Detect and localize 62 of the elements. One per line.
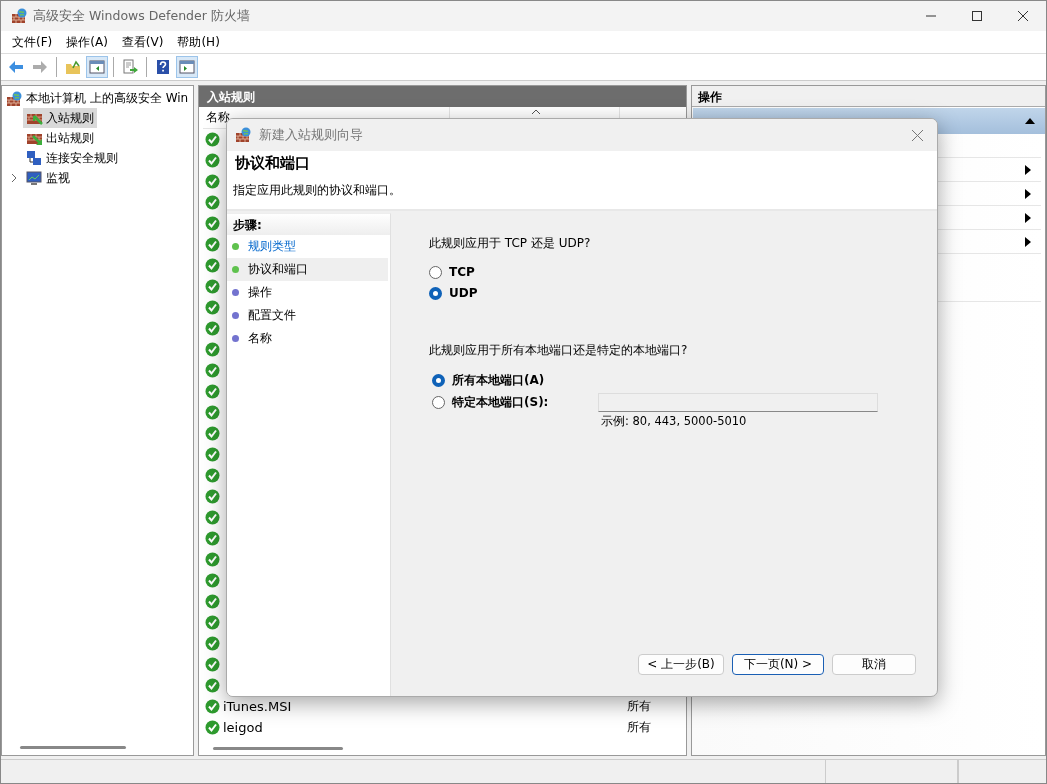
radio-button[interactable] <box>429 286 442 300</box>
pane-layout-icon <box>179 59 195 75</box>
forward-arrow-icon <box>32 59 48 75</box>
question-text: 此规则应用于所有本地端口还是特定的本地端口? <box>429 342 689 359</box>
firewall-icon <box>235 127 251 143</box>
radio-option[interactable]: TCP <box>429 264 937 280</box>
step-item[interactable]: 协议和端口 <box>227 258 388 281</box>
monitor-icon <box>26 170 43 186</box>
radio-button[interactable] <box>432 373 445 387</box>
scrollbar-thumb[interactable] <box>20 746 126 749</box>
window-title: 高级安全 Windows Defender 防火墙 <box>33 7 251 25</box>
export-icon <box>122 59 138 75</box>
submenu-arrow-icon <box>1025 188 1031 199</box>
tree-item[interactable]: 出站规则 <box>23 128 97 148</box>
back-arrow-icon <box>8 59 24 75</box>
radio-option[interactable]: UDP <box>429 285 937 301</box>
dialog-button[interactable]: < 上一步(B) <box>638 654 724 675</box>
tree-item[interactable]: 连接安全规则 <box>23 148 121 168</box>
wizard-heading: 协议和端口 <box>234 154 311 173</box>
tree-item[interactable]: 本地计算机 上的高级安全 Win <box>26 90 189 107</box>
toolbar-button[interactable] <box>176 56 198 78</box>
sort-caret-icon <box>531 108 541 115</box>
step-item[interactable]: 操作 <box>227 281 388 304</box>
submenu-arrow-icon <box>1025 236 1031 247</box>
close-icon <box>911 129 923 141</box>
hint-text: 示例: 80, 443, 5000-5010 <box>601 414 748 429</box>
panel-header: 操作 <box>692 86 1045 107</box>
scrollbar-thumb[interactable] <box>213 747 343 750</box>
table-cell: iTunes.MSI <box>223 699 292 714</box>
pane-layout-icon <box>89 59 105 75</box>
submenu-arrow-icon <box>1025 164 1031 175</box>
radio-button[interactable] <box>429 265 442 279</box>
table-cell: 所有 <box>627 719 651 736</box>
dialog-title: 新建入站规则向导 <box>259 126 364 144</box>
dialog-button[interactable]: 下一页(N) > <box>732 654 824 675</box>
radio-option[interactable]: 特定本地端口(S): <box>429 394 599 411</box>
close-icon <box>1018 11 1028 21</box>
radio-button[interactable] <box>432 396 445 409</box>
toolbar-button[interactable] <box>86 56 108 78</box>
dialog-button[interactable]: 取消 <box>832 654 916 675</box>
firewall-icon <box>6 90 22 107</box>
help-icon <box>155 59 171 75</box>
tree-item[interactable]: 入站规则 <box>23 108 97 128</box>
menu-item[interactable]: 文件(F) <box>5 33 60 51</box>
menu-item[interactable]: 查看(V) <box>114 33 171 51</box>
firewall-icon <box>11 8 27 24</box>
wizard-subtitle: 指定应用此规则的协议和端口。 <box>233 182 402 199</box>
panel-header: 入站规则 <box>199 86 686 107</box>
tree-item[interactable]: 监视 <box>23 168 73 188</box>
radio-option[interactable]: 所有本地端口(A) <box>429 372 599 388</box>
table-cell: leigod <box>223 720 263 735</box>
step-item[interactable]: 名称 <box>227 327 388 350</box>
computers-icon <box>26 150 43 166</box>
submenu-arrow-icon <box>1025 212 1031 223</box>
table-cell: 所有 <box>627 698 651 715</box>
menu-item[interactable]: 帮助(H) <box>170 33 227 51</box>
folder-up-icon <box>65 59 81 75</box>
step-item[interactable]: 规则类型 <box>227 235 388 258</box>
maximize-icon <box>972 11 982 21</box>
menu-item[interactable]: 操作(A) <box>59 33 115 51</box>
step-item[interactable]: 配置文件 <box>227 304 388 327</box>
question-text: 此规则应用于 TCP 还是 UDP? <box>429 235 592 252</box>
